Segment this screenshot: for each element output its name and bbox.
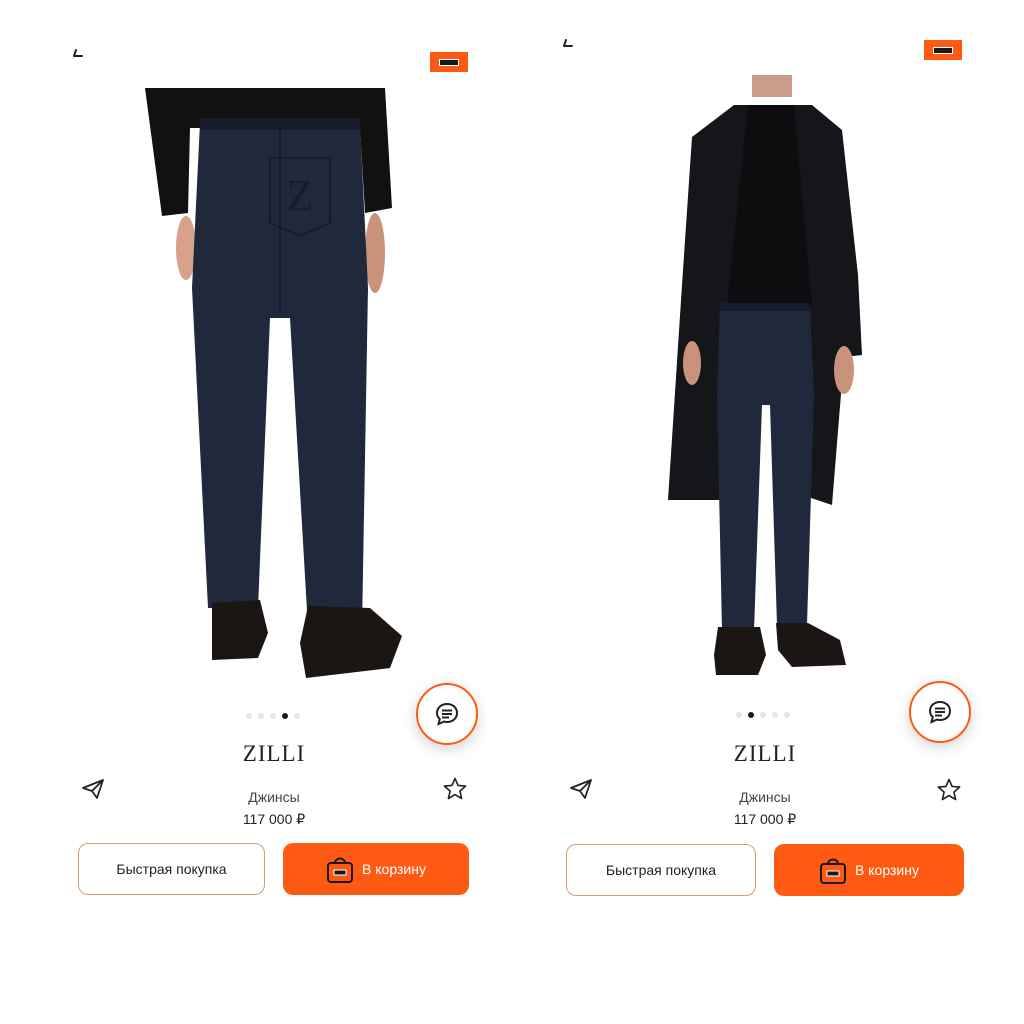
chevron-left-icon[interactable] (70, 44, 92, 66)
product-type: Джинсы (248, 789, 300, 805)
product-brand[interactable]: ZILLI (194, 741, 354, 767)
paper-plane-icon[interactable] (80, 776, 106, 802)
pagination-dot[interactable] (258, 713, 264, 719)
pagination-dot-active[interactable] (282, 713, 288, 719)
gallery-pagination (246, 713, 300, 719)
star-icon[interactable] (442, 776, 468, 802)
product-type: Джинсы (739, 789, 791, 805)
add-to-cart-button[interactable]: В корзину (283, 843, 469, 895)
chat-button[interactable] (416, 683, 478, 745)
add-to-cart-label: В корзину (362, 861, 426, 877)
pagination-dot[interactable] (294, 713, 300, 719)
quick-buy-button[interactable]: Быстрая покупка (566, 844, 756, 896)
product-photo-front[interactable] (662, 75, 872, 680)
pagination-dot[interactable] (772, 712, 778, 718)
product-photo-back[interactable]: Z (130, 88, 420, 688)
product-screen-back-view: Z ZILLI Джинсы 117 000 ₽ Быстрая покупка (0, 0, 512, 1024)
shopping-bag-icon (820, 858, 847, 884)
shopping-bag-icon (327, 857, 354, 883)
product-price: 117 000 ₽ (242, 811, 306, 827)
gallery-pagination (736, 712, 790, 718)
product-brand[interactable]: ZILLI (685, 741, 845, 767)
pagination-dot[interactable] (270, 713, 276, 719)
svg-text:Z: Z (287, 171, 314, 220)
add-to-cart-button[interactable]: В корзину (774, 844, 964, 896)
bag-logo-icon[interactable] (430, 52, 468, 72)
pagination-dot[interactable] (760, 712, 766, 718)
bag-logo-icon[interactable] (924, 40, 962, 60)
product-screen-front-view: ZILLI Джинсы 117 000 ₽ Быстрая покупка В… (512, 0, 1024, 1024)
pagination-dot-active[interactable] (748, 712, 754, 718)
chat-icon (928, 700, 952, 724)
pagination-dot[interactable] (246, 713, 252, 719)
star-icon[interactable] (936, 777, 962, 803)
product-price: 117 000 ₽ (733, 811, 797, 827)
quick-buy-button[interactable]: Быстрая покупка (78, 843, 265, 895)
chevron-left-icon[interactable] (560, 34, 582, 56)
chat-icon (435, 702, 459, 726)
add-to-cart-label: В корзину (855, 862, 919, 878)
chat-button[interactable] (909, 681, 971, 743)
pagination-dot[interactable] (736, 712, 742, 718)
paper-plane-icon[interactable] (568, 776, 594, 802)
pagination-dot[interactable] (784, 712, 790, 718)
